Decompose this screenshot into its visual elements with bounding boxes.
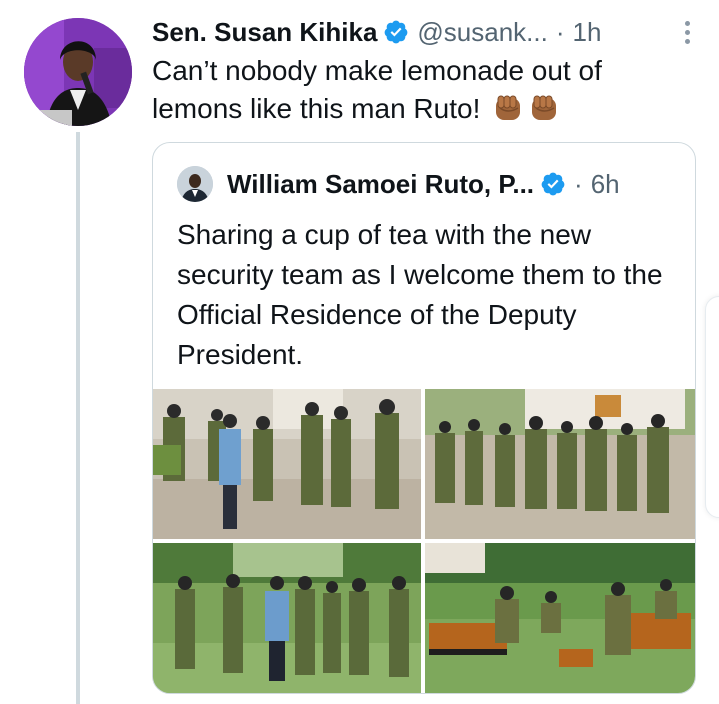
quoted-tweet-header: William Samoei Ruto, P... · 6h [177, 165, 675, 203]
photo-1[interactable] [153, 389, 421, 539]
photo-3[interactable] [153, 543, 421, 693]
verified-badge-icon [541, 172, 565, 196]
side-card-edge [705, 296, 719, 518]
author-name[interactable]: Sen. Susan Kihika [152, 17, 377, 48]
verified-badge-icon [385, 20, 408, 44]
quoted-timestamp[interactable]: 6h [591, 169, 620, 200]
quoted-tweet-card[interactable]: William Samoei Ruto, P... · 6h Sharing a… [152, 142, 696, 694]
author-handle[interactable]: @susank... [417, 17, 547, 48]
quoted-author-avatar[interactable] [177, 166, 213, 202]
thread-line [76, 132, 80, 704]
separator-dot: · [574, 168, 583, 199]
tweet-header: Sen. Susan Kihika @susank... · 1h [152, 14, 699, 50]
photo-2[interactable] [425, 389, 695, 539]
quoted-author-name[interactable]: William Samoei Ruto, P... [227, 169, 534, 200]
fist-icon [496, 95, 521, 120]
photo-4[interactable] [425, 543, 695, 693]
photo-grid [153, 389, 695, 693]
tweet-text: Can’t nobody make lemonade out of lemons… [152, 52, 672, 128]
separator-dot: · [555, 16, 565, 47]
author-avatar[interactable] [24, 18, 132, 126]
more-options-icon[interactable] [675, 14, 699, 50]
timestamp[interactable]: 1h [573, 17, 602, 48]
fist-icon [532, 95, 557, 120]
quoted-tweet-text: Sharing a cup of tea with the new securi… [177, 219, 663, 370]
